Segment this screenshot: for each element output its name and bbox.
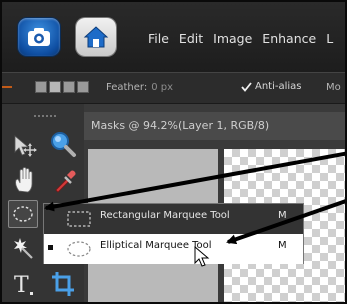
- annotation-arrow-marquee: [44, 151, 345, 212]
- annotation-arrows: [44, 151, 345, 245]
- editor-window: File Edit Image Enhance L Feather: 0 px A…: [0, 0, 347, 304]
- annotation-arrow-elliptical: [226, 199, 345, 245]
